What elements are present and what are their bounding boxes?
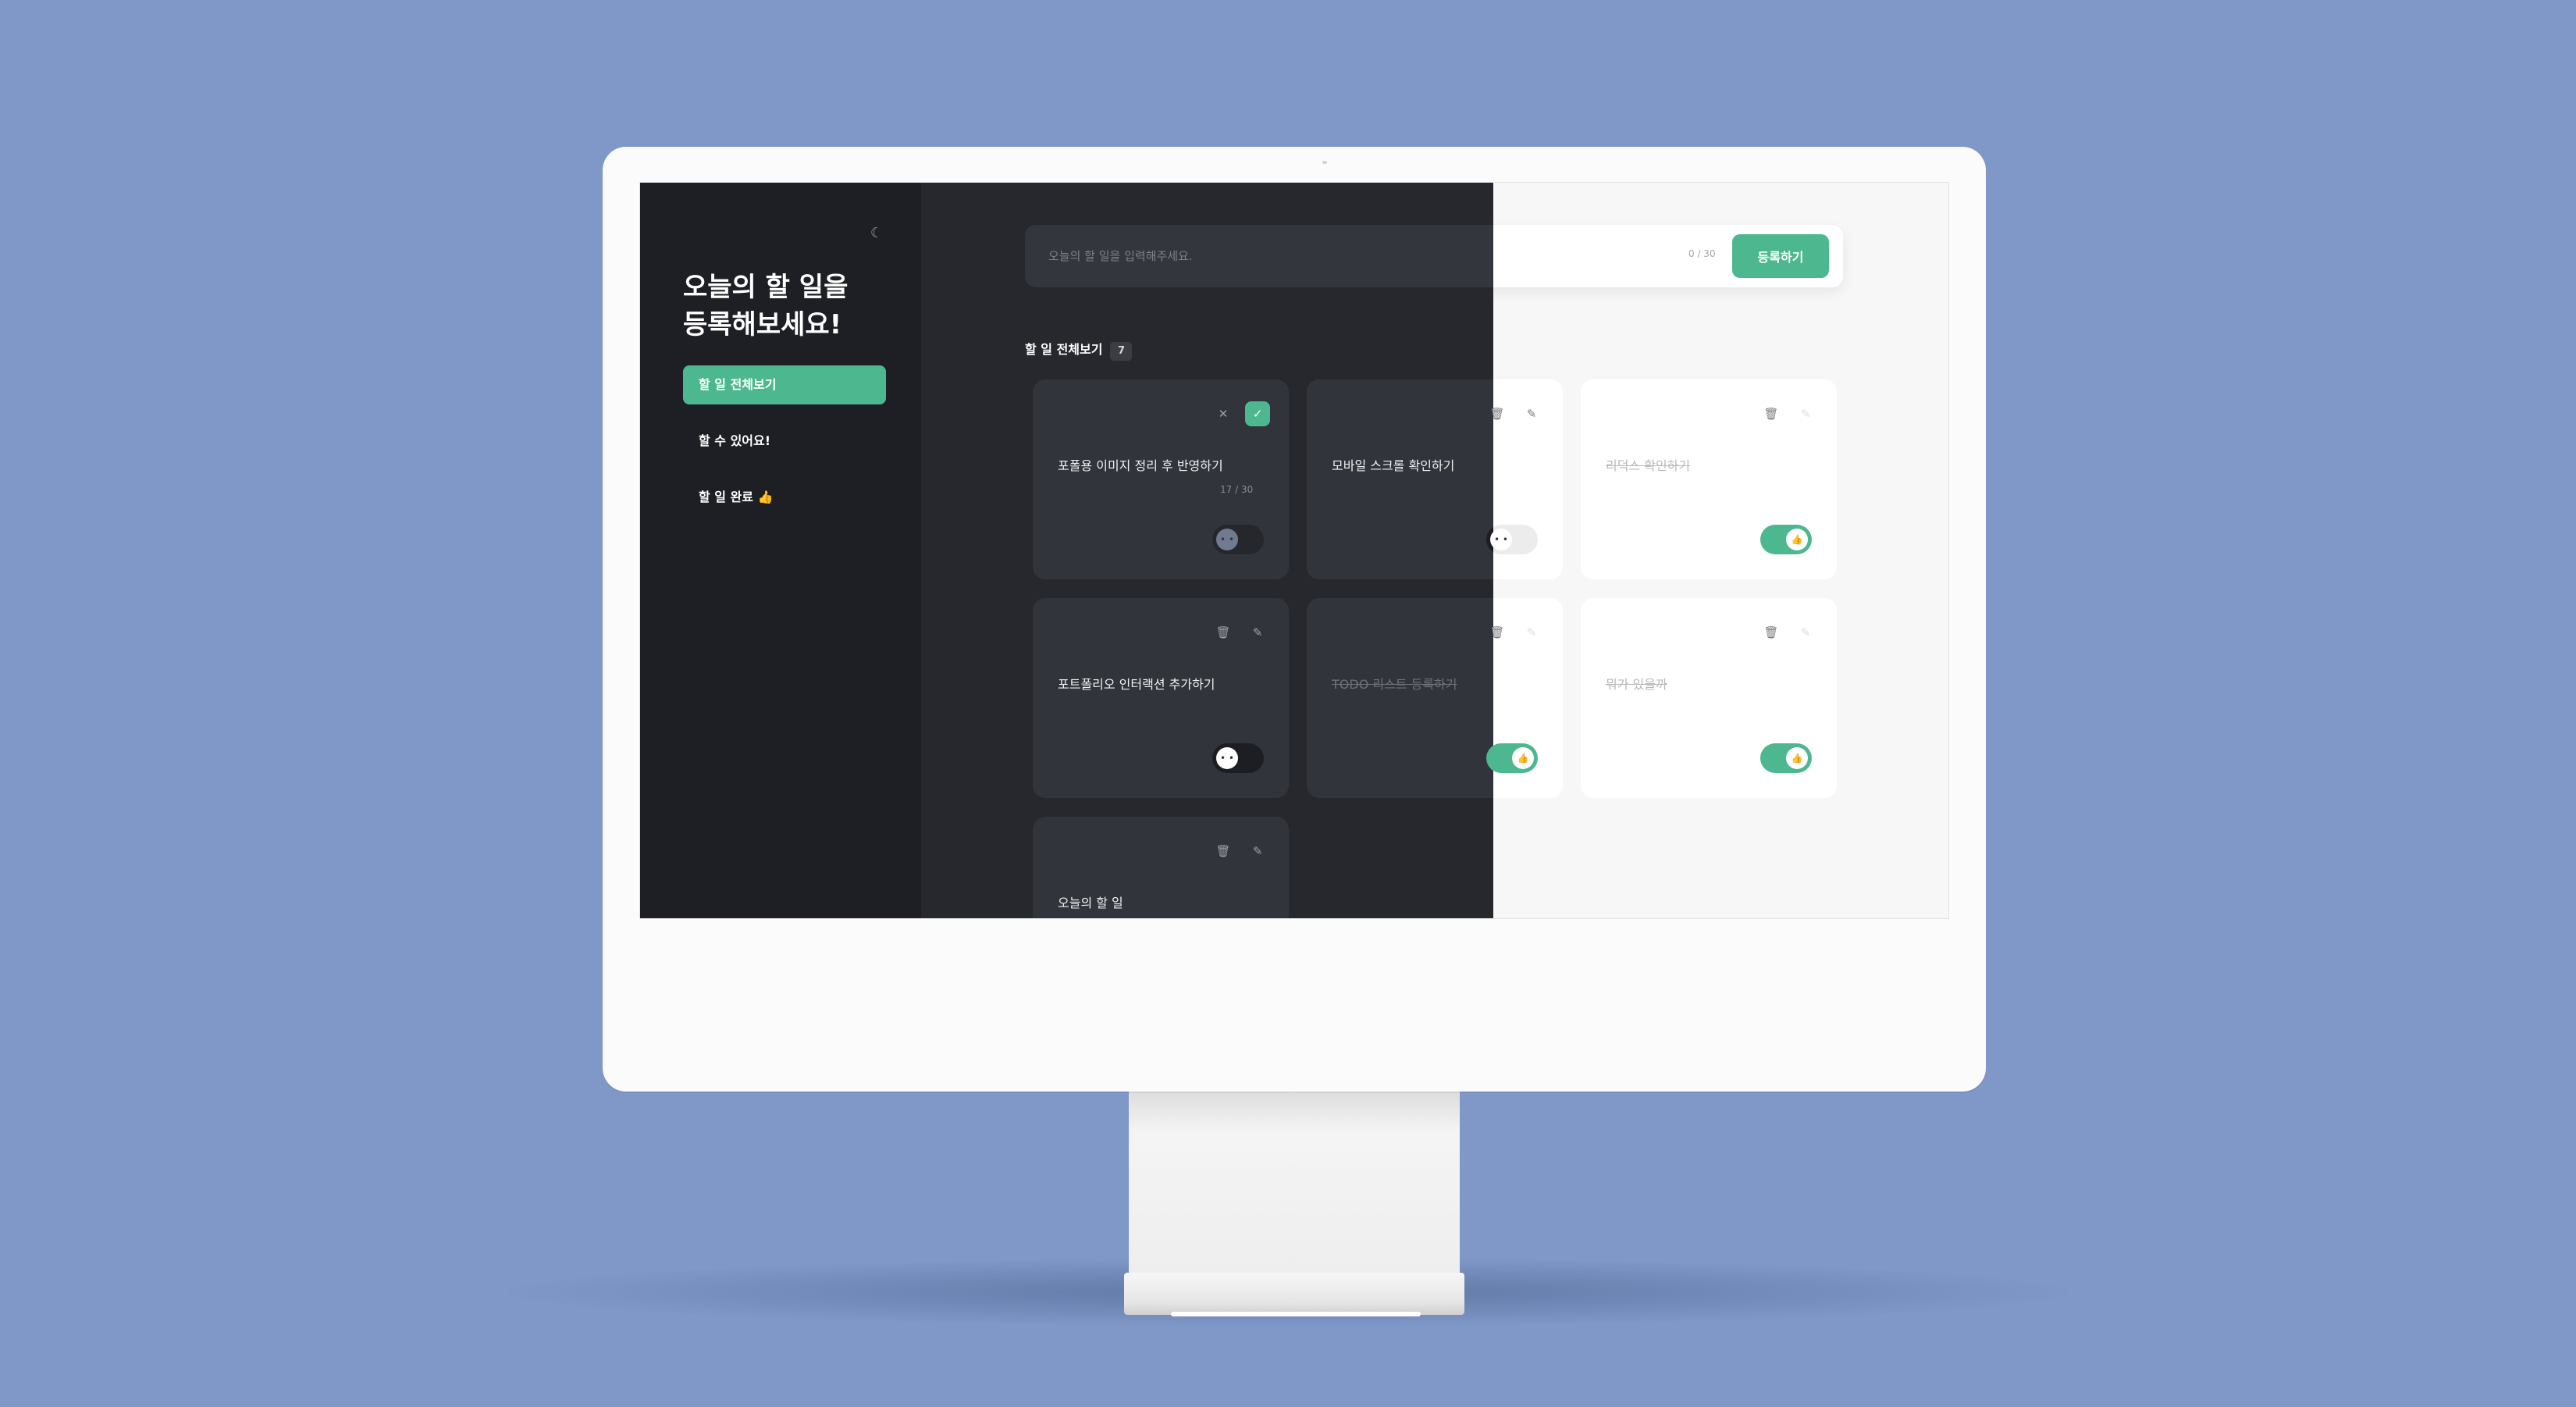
monitor-stand-base xyxy=(1124,1273,1464,1315)
sidebar-item-all[interactable]: 할 일 전체보기 xyxy=(683,365,886,404)
pencil-icon: ✎ xyxy=(1800,625,1811,639)
char-counter: 0 / 30 xyxy=(1688,248,1716,259)
edit-char-counter: 17 / 30 xyxy=(1220,484,1254,495)
status-toggle[interactable]: • • xyxy=(1212,743,1264,773)
sidebar-item-done[interactable]: 할 일 완료 👍 xyxy=(683,478,886,517)
check-icon[interactable]: ✓ xyxy=(1245,401,1270,426)
thumbs-up-icon: 👍 xyxy=(1512,747,1534,769)
monitor-stand-lip xyxy=(1171,1312,1421,1316)
sidebar: ☾ 오늘의 할 일을 등록해보세요! 할 일 전체보기 할 수 있어요! 할 일… xyxy=(640,183,921,918)
status-toggle[interactable]: • • xyxy=(1212,525,1264,554)
moon-icon[interactable]: ☾ xyxy=(866,223,887,244)
todo-title: 오늘의 할 일 xyxy=(1058,896,1123,910)
thumbs-up-icon: 👍 xyxy=(1786,529,1808,550)
toggle-knob: • • xyxy=(1216,529,1238,550)
list-heading: 할 일 전체보기 7 xyxy=(1025,339,1132,361)
trash-icon[interactable]: 🗑 xyxy=(1759,620,1784,645)
todo-title: 뭐가 있을까 xyxy=(1606,677,1667,692)
camera-dot xyxy=(1322,161,1327,164)
sidebar-item-todo[interactable]: 할 수 있어요! xyxy=(683,422,886,461)
status-toggle[interactable]: 👍 xyxy=(1486,743,1538,773)
close-icon[interactable]: ✕ xyxy=(1211,401,1236,426)
status-toggle[interactable]: 👍 xyxy=(1760,743,1812,773)
toggle-knob: • • xyxy=(1216,747,1238,769)
todo-card: 🗑 ✎ 포트폴리오 인터랙션 추가하기 • • xyxy=(1033,598,1289,798)
submit-button[interactable]: 등록하기 xyxy=(1732,234,1829,278)
monitor-screen: ☾ 오늘의 할 일을 등록해보세요! 할 일 전체보기 할 수 있어요! 할 일… xyxy=(639,182,1949,919)
thumbs-up-icon: 👍 xyxy=(1786,747,1808,769)
todo-card: ✕ ✓ 포폴용 이미지 정리 후 반영하기 17 / 30 • • xyxy=(1033,379,1289,579)
pencil-icon[interactable]: ✎ xyxy=(1245,839,1270,864)
todo-card: 🗑 ✎ 리덕스 확인하기 👍 xyxy=(1581,379,1837,579)
page-title: 오늘의 할 일을 등록해보세요! xyxy=(683,269,909,344)
count-badge: 7 xyxy=(1110,342,1132,361)
status-toggle[interactable]: • • xyxy=(1486,525,1538,554)
trash-icon[interactable]: 🗑 xyxy=(1211,839,1236,864)
monitor-stand xyxy=(1129,1090,1460,1277)
list-title: 할 일 전체보기 xyxy=(1025,342,1103,357)
todo-title: 포트폴리오 인터랙션 추가하기 xyxy=(1058,677,1215,692)
todo-title: 리덕스 확인하기 xyxy=(1606,458,1691,473)
trash-icon[interactable]: 🗑 xyxy=(1759,401,1784,426)
pencil-icon: ✎ xyxy=(1800,407,1811,421)
pencil-icon: ✎ xyxy=(1526,625,1537,639)
trash-icon[interactable]: 🗑 xyxy=(1211,620,1236,645)
sidebar-nav: 할 일 전체보기 할 수 있어요! 할 일 완료 👍 xyxy=(683,365,886,534)
status-toggle[interactable]: 👍 xyxy=(1760,525,1812,554)
page-title-line2: 등록해보세요! xyxy=(683,309,842,340)
page-title-line1: 오늘의 할 일을 xyxy=(683,272,849,303)
todo-card: 🗑 ✎ 뭐가 있을까 👍 xyxy=(1581,598,1837,798)
todo-title: 포폴용 이미지 정리 후 반영하기 xyxy=(1058,458,1223,473)
pencil-icon[interactable]: ✎ xyxy=(1519,401,1544,426)
toggle-knob: • • xyxy=(1490,529,1512,550)
pencil-icon[interactable]: ✎ xyxy=(1245,620,1270,645)
todo-card: 🗑 ✎ 오늘의 할 일 • • xyxy=(1033,817,1289,919)
